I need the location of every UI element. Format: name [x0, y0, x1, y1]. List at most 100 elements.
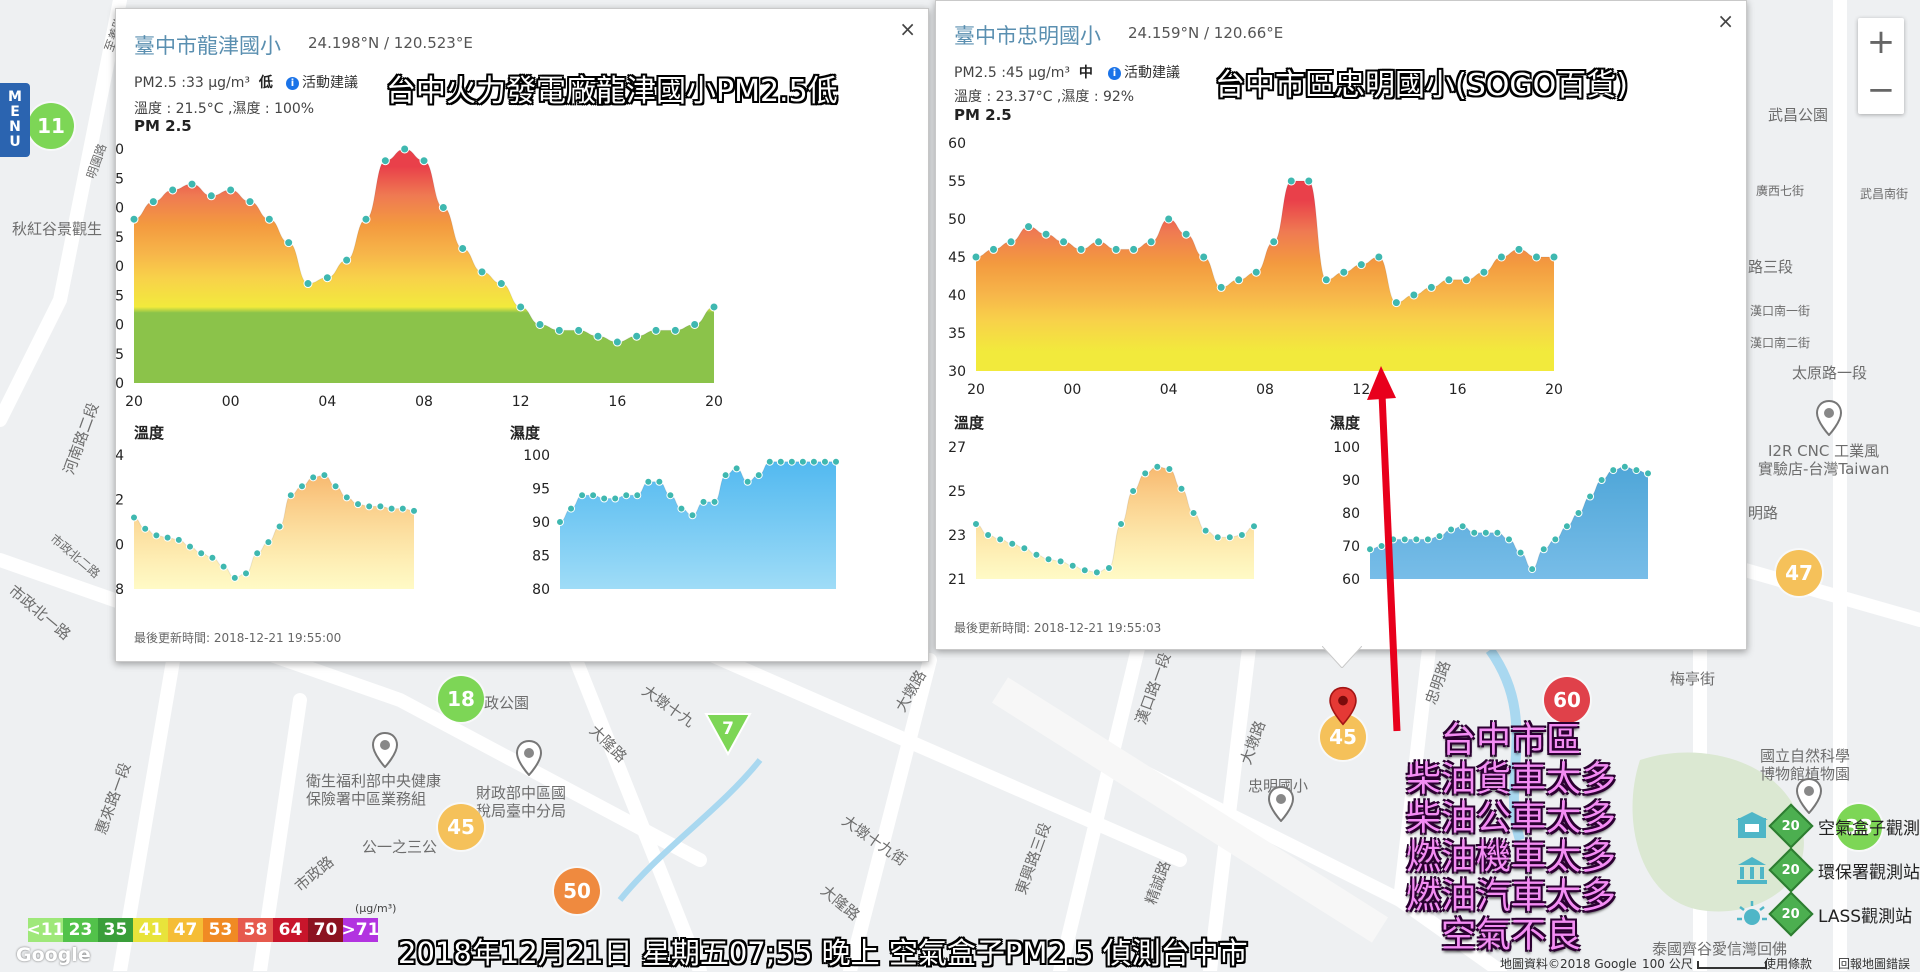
data-point: [275, 522, 284, 531]
data-point: [1076, 244, 1086, 254]
pm-reading: PM2.5 :33 μg/m³ 低: [134, 75, 273, 91]
legend-swatch: 41: [133, 918, 168, 942]
annotation-arrow: [1367, 366, 1401, 732]
data-point: [1505, 535, 1513, 544]
activity-advice-link[interactable]: i 活動建議: [1108, 62, 1180, 82]
pm-level: 中: [1078, 65, 1093, 81]
legend-lass: 20 LASS觀測站: [1736, 891, 1913, 937]
data-point: [1409, 290, 1419, 300]
y-tick-label: 60: [1342, 572, 1360, 585]
data-point: [1339, 267, 1349, 277]
data-point: [208, 553, 217, 562]
data-point: [1129, 244, 1139, 254]
data-point: [284, 238, 294, 248]
triangle-station-marker[interactable]: 7: [704, 712, 752, 756]
report-map-error-link[interactable]: 回報地圖錯誤: [1838, 955, 1910, 972]
data-point: [226, 185, 236, 195]
temperature-chart: 18 20 22 24: [116, 448, 418, 598]
lass-pin-icon[interactable]: [1816, 400, 1842, 436]
data-point: [387, 504, 396, 513]
data-point: [438, 203, 448, 212]
aq-station-marker[interactable]: 18: [438, 676, 484, 722]
zoom-out-button[interactable]: −: [1858, 66, 1904, 114]
lass-pin-icon[interactable]: [1268, 786, 1294, 822]
legend-lass-label: LASS觀測站: [1818, 906, 1913, 927]
overlay-annotation-line: 柴油貨車太多: [1405, 760, 1616, 800]
data-point: [1104, 564, 1113, 572]
map-street-label: 梅亭街: [1670, 670, 1716, 688]
data-point: [496, 279, 506, 289]
x-tick-label: 00: [1063, 382, 1081, 398]
data-point: [578, 491, 587, 500]
data-point: [130, 513, 138, 522]
data-point: [1447, 525, 1456, 534]
close-icon[interactable]: ×: [899, 19, 916, 39]
data-point: [644, 477, 653, 486]
data-point: [1574, 509, 1583, 517]
data-point: [1481, 528, 1490, 537]
data-point: [1165, 465, 1174, 473]
data-point: [690, 320, 700, 329]
map-street-label: 公一之三公: [362, 838, 438, 856]
legend-unit: (μg/m³): [355, 902, 397, 915]
selected-location-pin-icon[interactable]: [1329, 686, 1357, 726]
popup-tail: [1322, 646, 1362, 668]
y-tick-label: 20: [116, 537, 124, 553]
data-point: [1044, 555, 1053, 564]
aq-station-marker[interactable]: 45: [438, 804, 484, 850]
map-street-label: 漢口南一街: [1750, 304, 1811, 318]
zoom-in-button[interactable]: +: [1858, 18, 1904, 66]
badge-icon: 20: [1768, 847, 1814, 893]
data-point: [361, 214, 371, 224]
data-point: [1041, 229, 1051, 239]
data-point: [1321, 275, 1331, 285]
data-point: [612, 337, 622, 347]
station-name[interactable]: 臺中市龍津國小: [134, 30, 281, 60]
y-tick-label: 85: [532, 549, 550, 565]
pm-chart-label: PM 2.5: [954, 106, 1012, 124]
data-point: [400, 144, 410, 154]
data-point: [1032, 550, 1041, 559]
data-point: [230, 573, 239, 582]
menu-letter: N: [9, 119, 21, 135]
x-tick-label: 20: [967, 382, 985, 398]
station-name[interactable]: 臺中市忠明國小: [954, 20, 1101, 50]
aq-station-marker[interactable]: 11: [28, 103, 74, 149]
lass-pin-icon[interactable]: [516, 740, 542, 776]
activity-advice-link[interactable]: i 活動建議: [286, 72, 358, 92]
terms-link[interactable]: 使用條款: [1764, 955, 1812, 972]
lass-pin-icon[interactable]: [372, 732, 398, 768]
aq-station-marker[interactable]: 47: [1776, 550, 1822, 596]
data-point: [1391, 298, 1401, 308]
menu-button[interactable]: MENU: [0, 83, 30, 157]
map-street-label: 秋紅谷景觀生: [12, 220, 103, 238]
data-point: [1479, 267, 1489, 277]
data-point: [670, 325, 680, 335]
close-icon[interactable]: ×: [1717, 11, 1734, 31]
data-point: [765, 457, 774, 466]
y-tick-label: 25: [948, 484, 966, 500]
aq-station-marker[interactable]: 60: [1544, 677, 1590, 723]
y-tick-label: 50: [116, 201, 124, 217]
data-point: [1080, 566, 1089, 575]
data-point: [1286, 176, 1296, 186]
map-street-label: 武昌公園: [1768, 106, 1829, 124]
overlay-annotation-line: 柴油公車太多: [1405, 799, 1616, 839]
data-point: [832, 457, 840, 466]
data-point: [709, 302, 719, 312]
aq-station-marker[interactable]: 50: [554, 868, 600, 914]
overlay-bottom-caption: 2018年12月21日 星期五07;55 晚上 空氣盒子PM2.5 偵測台中市: [398, 936, 1248, 970]
data-point: [622, 491, 631, 500]
info-icon: i: [1108, 67, 1121, 80]
lass-pin-icon[interactable]: [1796, 778, 1822, 814]
y-tick-label: 80: [1342, 506, 1360, 522]
data-point: [996, 535, 1005, 544]
map-street-label: 漢口南二街: [1750, 336, 1811, 350]
data-point: [989, 244, 999, 254]
data-point: [754, 471, 763, 480]
hum-chart-label: 濕度: [510, 424, 541, 442]
data-point: [1620, 462, 1629, 471]
overlay-title-left: 台中火力發電廠龍津國小PM2.5低: [386, 74, 838, 109]
overlay-annotation-text: 台中市區 柴油貨車太多 柴油公車太多 燃油機車太多 燃油汽車太多 空氣不良: [1384, 722, 1638, 956]
data-point: [776, 457, 785, 466]
